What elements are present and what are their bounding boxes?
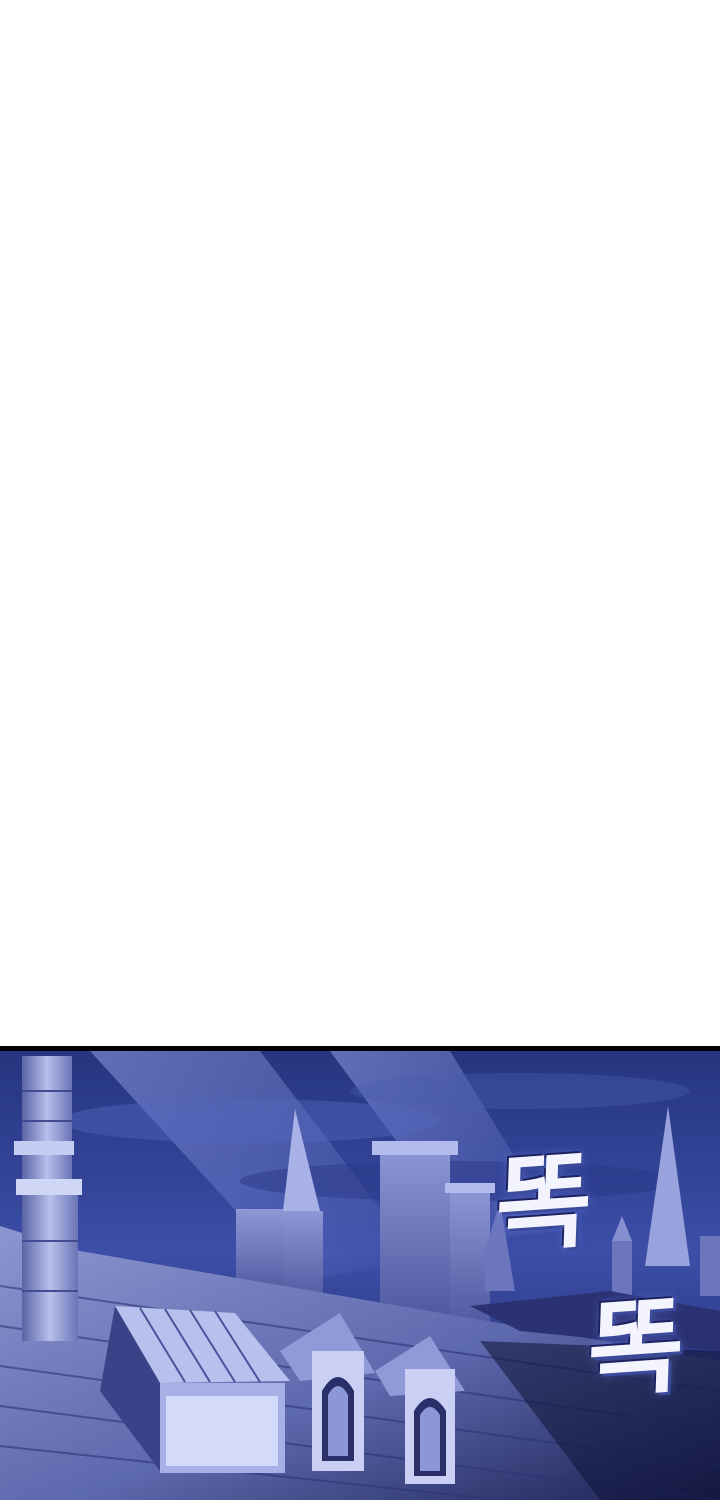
cloud	[60, 1099, 440, 1143]
comic-panel: 똑 똑	[0, 1046, 720, 1500]
sound-effect-text: 똑	[493, 1138, 595, 1268]
night-castle-illustration	[0, 1051, 720, 1500]
sound-effect-text: 똑	[585, 1283, 687, 1413]
blank-area	[0, 0, 720, 1046]
chimney	[14, 1056, 82, 1341]
cloud	[350, 1073, 690, 1109]
comic-page: 똑 똑	[0, 0, 720, 1500]
